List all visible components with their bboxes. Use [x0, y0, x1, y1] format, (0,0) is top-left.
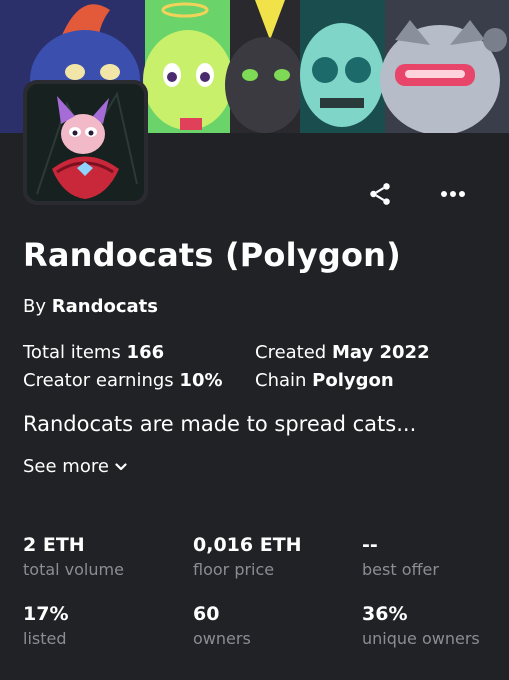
stat-value: -- — [362, 534, 378, 556]
stat-label: floor price — [193, 560, 275, 579]
stat-label: listed — [23, 629, 67, 648]
collection-description: Randocats are made to spread cats... — [23, 412, 417, 436]
creator-byline: By Randocats — [23, 296, 158, 317]
creator-earnings: Creator earnings 10% — [23, 370, 223, 391]
created-label: Created — [255, 342, 327, 363]
created-date: Created May 2022 — [255, 342, 430, 363]
stat-best-offer: -- best offer — [362, 534, 439, 579]
stat-floor-price: 0,016 ETH floor price — [193, 534, 302, 579]
stat-label: unique owners — [362, 629, 480, 648]
share-icon — [370, 183, 390, 205]
share-button[interactable] — [362, 176, 398, 212]
total-items: Total items 166 — [23, 342, 164, 363]
stat-total-volume: 2 ETH total volume — [23, 534, 124, 579]
chain-value: Polygon — [312, 370, 394, 391]
total-items-value: 166 — [126, 342, 165, 363]
avatar-artwork — [27, 84, 144, 201]
by-prefix: By — [23, 296, 47, 317]
see-more-label: See more — [23, 456, 109, 477]
more-options-button[interactable] — [435, 176, 471, 212]
stat-value: 0,016 ETH — [193, 534, 302, 556]
stat-value: 17% — [23, 603, 69, 625]
stat-value: 60 — [193, 603, 220, 625]
chain: Chain Polygon — [255, 370, 394, 391]
stat-label: total volume — [23, 560, 124, 579]
creator-earnings-label: Creator earnings — [23, 370, 174, 391]
more-options-icon — [441, 191, 465, 197]
stat-value: 36% — [362, 603, 408, 625]
stat-unique-owners: 36% unique owners — [362, 603, 480, 648]
creator-earnings-value: 10% — [179, 370, 223, 391]
created-value: May 2022 — [331, 342, 430, 363]
total-items-label: Total items — [23, 342, 121, 363]
stat-owners: 60 owners — [193, 603, 251, 648]
stat-label: owners — [193, 629, 251, 648]
stat-value: 2 ETH — [23, 534, 85, 556]
chain-label: Chain — [255, 370, 307, 391]
stat-listed: 17% listed — [23, 603, 68, 648]
collection-title: Randocats (Polygon) — [23, 236, 401, 274]
see-more-button[interactable]: See more — [23, 456, 127, 477]
creator-link[interactable]: Randocats — [52, 296, 158, 317]
chevron-down-icon — [115, 462, 127, 470]
stat-label: best offer — [362, 560, 439, 579]
collection-avatar — [23, 80, 148, 205]
